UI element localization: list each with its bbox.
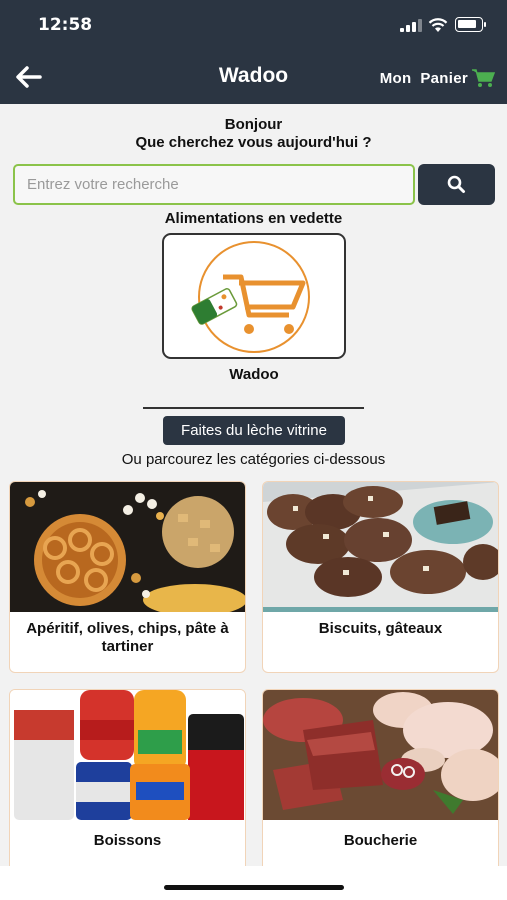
category-image-boissons: [10, 690, 245, 820]
shopping-cart-icon: [472, 69, 495, 87]
category-image-boucherie: [263, 690, 498, 820]
cart-link[interactable]: Mon Panier: [380, 68, 495, 88]
greeting-hello: Bonjour: [224, 116, 283, 133]
category-label: Boucherie: [343, 832, 418, 849]
search-input[interactable]: [13, 164, 415, 205]
categories-intro: Ou parcourez les catégories ci-dessous: [121, 451, 386, 468]
status-bar: 12:58: [0, 0, 507, 50]
search-button[interactable]: [418, 164, 495, 205]
category-label: Boissons: [93, 832, 162, 849]
category-card-aperitif[interactable]: Apéritif, olives, chips, pâte à tartiner: [9, 481, 246, 673]
featured-store-card[interactable]: [162, 233, 346, 359]
category-card-boucherie[interactable]: Boucherie: [262, 689, 499, 889]
battery-icon: [455, 17, 486, 32]
featured-store-name: Wadoo: [229, 366, 279, 383]
category-card-boissons[interactable]: Boissons: [9, 689, 246, 889]
status-time: 12:58: [38, 15, 93, 35]
app-header: Wadoo Mon Panier: [0, 50, 507, 104]
category-label: Biscuits, gâteaux: [318, 620, 443, 637]
category-label: Apéritif, olives, chips, pâte à tartiner: [26, 620, 229, 655]
home-indicator-area: [0, 866, 507, 900]
greeting-question: Que cherchez vous aujourd'hui ?: [135, 134, 372, 151]
category-image-aperitif: [10, 482, 245, 612]
search-icon: [447, 175, 465, 193]
category-card-biscuits[interactable]: Biscuits, gâteaux: [262, 481, 499, 673]
wifi-icon: [428, 18, 448, 32]
cart-label: Mon Panier: [379, 69, 468, 87]
featured-heading: Alimentations en vedette: [164, 210, 343, 227]
category-image-biscuits: [263, 482, 498, 612]
divider: [143, 407, 364, 409]
signal-icon: [400, 19, 422, 32]
wadoo-logo: [191, 241, 310, 353]
window-shopping-button[interactable]: Faites du lèche vitrine: [163, 416, 345, 445]
greeting: Bonjour Que cherchez vous aujourd'hui ?: [0, 116, 507, 152]
home-indicator[interactable]: [164, 885, 344, 890]
